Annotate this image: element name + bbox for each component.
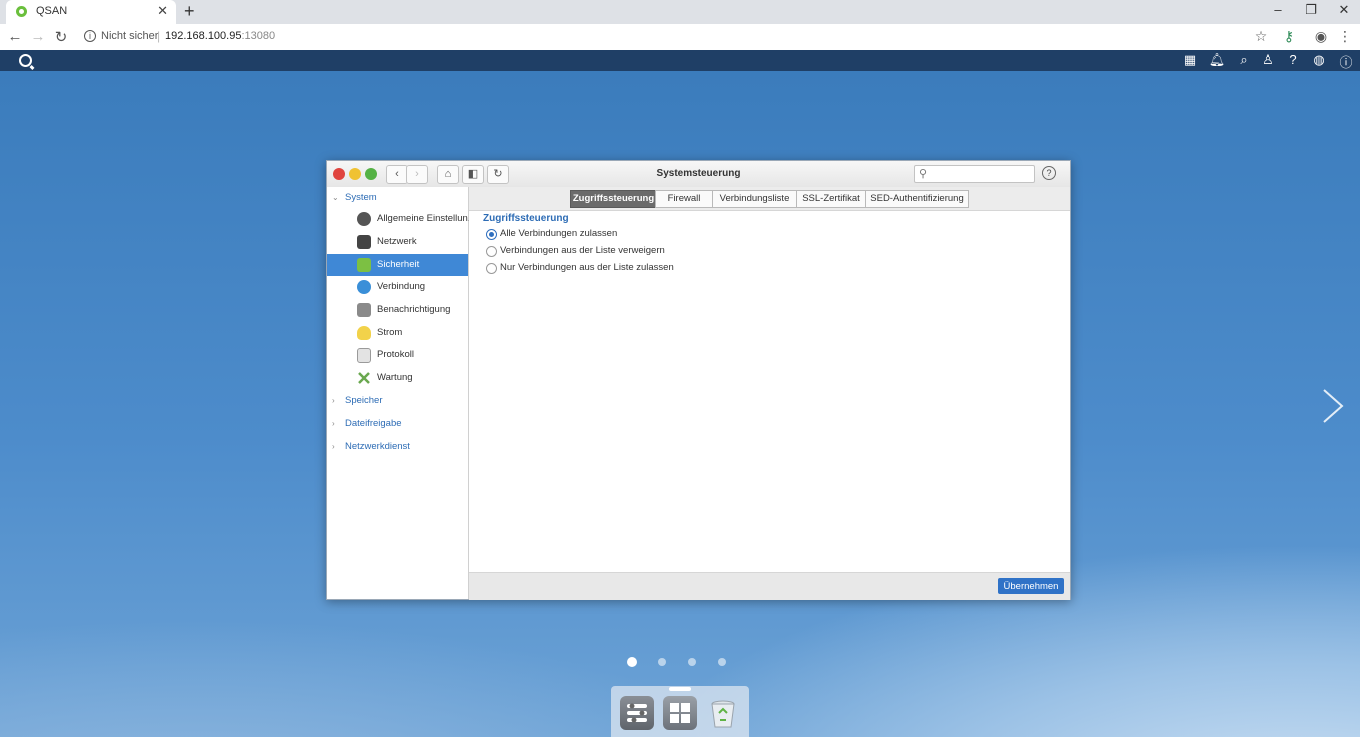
desktop-top-bar: ▦ 🔔︎ ⌕ ♙ ? ◍ ⓘ — [0, 50, 1360, 71]
radio-button[interactable] — [486, 246, 497, 257]
apply-button[interactable]: Übernehmen — [998, 578, 1064, 594]
main-content: Zugriffssteuerung Firewall Verbindungsli… — [469, 187, 1070, 600]
sidebar-item-general-settings[interactable]: Allgemeine Einstellun... — [327, 208, 476, 230]
sidebar-item-label: Allgemeine Einstellun... — [377, 213, 476, 224]
system-info-icon[interactable]: ⓘ — [1337, 52, 1355, 71]
close-window-button[interactable]: ✕ — [1334, 2, 1354, 18]
sidebar-item-maintenance[interactable]: Wartung — [327, 367, 468, 389]
sidebar-item-label: Strom — [377, 327, 403, 338]
browser-tab[interactable]: QSAN ✕ — [6, 0, 176, 24]
tab-connection-list[interactable]: Verbindungsliste — [712, 190, 797, 208]
collapse-caret-icon[interactable]: › — [332, 419, 335, 428]
window-help-button[interactable]: ? — [1042, 166, 1056, 180]
control-panel-dock-icon[interactable] — [620, 696, 654, 730]
collapse-caret-icon[interactable]: › — [332, 396, 335, 405]
tab-firewall[interactable]: Firewall — [655, 190, 713, 208]
qsan-logo-icon[interactable] — [19, 54, 32, 67]
sidebar-item-label: Wartung — [377, 372, 413, 383]
sidebar-group-storage[interactable]: Speicher — [345, 395, 383, 406]
url-port: :13080 — [241, 30, 276, 42]
sidebar: ⌄ System Allgemeine Einstellun... Netzwe… — [327, 187, 476, 599]
sidebar-item-log[interactable]: Protokoll — [327, 344, 468, 366]
settings-wheel-icon — [357, 212, 371, 226]
minimize-window-button[interactable]: – — [1268, 2, 1288, 17]
profile-icon[interactable]: ◉ — [1312, 28, 1330, 45]
new-tab-button[interactable]: + — [184, 1, 195, 22]
window-titlebar[interactable]: ‹ › ⌂ ◧ ↻ Systemsteuerung ⚲ ? — [327, 161, 1070, 188]
close-tab-icon[interactable]: ✕ — [157, 3, 168, 19]
user-icon[interactable]: ♙ — [1259, 52, 1277, 68]
browser-tab-bar: QSAN ✕ + – ❐ ✕ — [0, 0, 1360, 24]
forward-icon[interactable]: → — [29, 28, 47, 45]
section-title: Zugriffssteuerung — [483, 213, 569, 224]
sidebar-item-label: Benachrichtigung — [377, 304, 451, 315]
radio-label[interactable]: Nur Verbindungen aus der Liste zulassen — [500, 262, 674, 273]
lock-icon — [357, 258, 371, 272]
globe-icon — [357, 280, 371, 294]
window-search-input[interactable]: ⚲ — [914, 165, 1035, 183]
extension-key-icon[interactable]: ⚷ — [1280, 28, 1298, 45]
control-panel-window: ‹ › ⌂ ◧ ↻ Systemsteuerung ⚲ ? ⌄ System A… — [326, 160, 1071, 600]
tab-ssl-certificate[interactable]: SSL-Zertifikat — [796, 190, 866, 208]
bookmark-star-icon[interactable]: ☆ — [1252, 28, 1270, 45]
network-icon — [357, 235, 371, 249]
content-footer: Übernehmen — [469, 572, 1070, 600]
next-page-arrow-icon[interactable] — [1318, 388, 1348, 424]
tab-strip: Zugriffssteuerung Firewall Verbindungsli… — [469, 187, 1070, 211]
security-label[interactable]: Nicht sicher — [101, 30, 158, 42]
radio-label[interactable]: Alle Verbindungen zulassen — [500, 228, 617, 239]
url-input[interactable]: 192.168.100.95:13080 — [165, 30, 275, 42]
sidebar-item-label: Protokoll — [377, 349, 414, 360]
search-icon[interactable]: ⌕ — [1235, 52, 1253, 68]
page-dot-2[interactable] — [658, 658, 666, 666]
info-icon[interactable]: i — [84, 30, 96, 42]
sidebar-item-label: Sicherheit — [377, 259, 420, 270]
browser-menu-icon[interactable]: ⋮ — [1336, 28, 1354, 45]
tab-sed-authentication[interactable]: SED-Authentifizierung — [865, 190, 969, 208]
log-document-icon — [357, 348, 371, 363]
url-separator: | — [157, 29, 161, 43]
sidebar-item-security[interactable]: Sicherheit — [327, 254, 468, 276]
language-globe-icon[interactable]: ◍ — [1310, 52, 1328, 68]
radio-label[interactable]: Verbindungen aus der Liste verweigern — [500, 245, 665, 256]
search-icon: ⚲ — [919, 168, 928, 180]
sidebar-group-system[interactable]: System — [345, 192, 377, 203]
notification-bell-icon[interactable]: 🔔︎ — [1208, 52, 1226, 68]
tab-access-control[interactable]: Zugriffssteuerung — [570, 190, 657, 208]
dock-handle[interactable] — [669, 687, 691, 691]
reload-icon[interactable]: ↻ — [52, 28, 70, 46]
sidebar-item-power[interactable]: Strom — [327, 322, 468, 344]
sidebar-item-notification[interactable]: Benachrichtigung — [327, 299, 468, 321]
apps-grid-icon[interactable]: ▦ — [1181, 52, 1199, 68]
sidebar-item-label: Verbindung — [377, 281, 426, 292]
qsan-favicon-icon — [16, 6, 27, 17]
lightbulb-icon — [357, 326, 371, 340]
sidebar-item-network[interactable]: Netzwerk — [327, 231, 468, 253]
sidebar-group-file-sharing[interactable]: Dateifreigabe — [345, 418, 402, 429]
collapse-caret-icon[interactable]: › — [332, 442, 335, 451]
page-dot-3[interactable] — [688, 658, 696, 666]
radio-button[interactable] — [486, 229, 497, 240]
sidebar-item-label: Netzwerk — [377, 236, 417, 247]
sidebar-group-network-service[interactable]: Netzwerkdienst — [345, 441, 410, 452]
browser-tab-title: QSAN — [36, 5, 68, 17]
page-dot-1[interactable] — [627, 657, 637, 667]
dock — [611, 686, 749, 737]
radio-button[interactable] — [486, 263, 497, 274]
back-icon[interactable]: ← — [6, 28, 24, 45]
expand-caret-icon[interactable]: ⌄ — [332, 193, 339, 202]
restore-window-button[interactable]: ❐ — [1301, 2, 1321, 18]
tools-icon — [357, 371, 371, 385]
help-icon[interactable]: ? — [1284, 52, 1302, 67]
notification-icon — [357, 303, 371, 317]
sidebar-item-connection[interactable]: Verbindung — [327, 276, 468, 298]
page-dot-4[interactable] — [718, 658, 726, 666]
url-host: 192.168.100.95 — [165, 30, 242, 42]
recycle-bin-dock-icon[interactable] — [706, 696, 740, 730]
browser-address-bar: ← → ↻ i Nicht sicher | 192.168.100.95:13… — [0, 24, 1360, 51]
app-launcher-dock-icon[interactable] — [663, 696, 697, 730]
